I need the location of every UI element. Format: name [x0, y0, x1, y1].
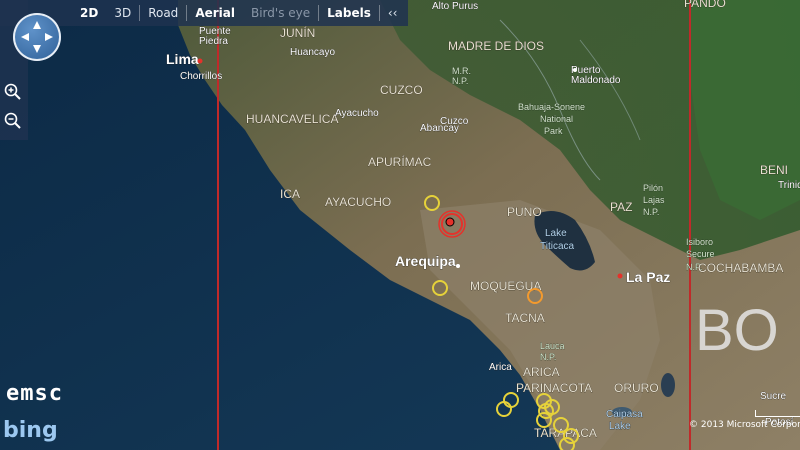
- map-scale-bar: [755, 410, 800, 417]
- map-label-town: Maldonado: [571, 75, 621, 86]
- map-copyright: © 2013 Microsoft Corpora: [689, 420, 800, 430]
- collapse-toolbar-button[interactable]: ‹‹: [380, 6, 406, 20]
- city-dot-lima: [197, 58, 203, 64]
- map-label-city: Arequipa: [395, 253, 456, 269]
- map-label-region: ARICA: [523, 365, 560, 379]
- map-label-city: La Paz: [626, 269, 670, 285]
- map-label-lake: Lake: [609, 421, 631, 432]
- map-label-park: Lauca: [540, 341, 565, 351]
- zoom-out-icon: [4, 112, 21, 129]
- map-label-region: TACNA: [505, 311, 545, 325]
- map-label-town: Piedra: [199, 36, 228, 47]
- map-label-region: PANDO: [684, 0, 726, 10]
- map-label-park: M.R.: [452, 66, 471, 76]
- map-label-region: ICA: [280, 187, 300, 201]
- view-2d-button[interactable]: 2D: [72, 6, 106, 20]
- map-label-lake: Caipasa: [606, 409, 643, 420]
- map-label-park: N.P.: [452, 76, 468, 86]
- map-label-park: N.P.: [540, 352, 556, 362]
- map-label-region: PAZ: [610, 200, 632, 214]
- map-label-region: BENI: [760, 163, 788, 177]
- city-dot-puerto: [573, 68, 577, 72]
- bing-logo: bing: [3, 418, 58, 443]
- labels-toggle-button[interactable]: Labels: [319, 6, 379, 20]
- lake-poopo-shape: [661, 373, 675, 397]
- earthquake-epicenter-marker[interactable]: [438, 210, 466, 238]
- map-label-region: MADRE DE DIOS: [448, 39, 544, 53]
- birds-eye-view-button[interactable]: Bird's eye: [243, 6, 318, 20]
- map-label-region: JUNÍN: [280, 25, 315, 40]
- city-dot-la-paz: [617, 273, 623, 279]
- city-dot-arequipa: [456, 264, 460, 268]
- map-label-park: N.P.: [643, 207, 659, 217]
- map-label-region: AYACUCHO: [325, 195, 391, 209]
- map-label-town: Arica: [489, 362, 512, 373]
- map-canvas[interactable]: JUNÍNAlto Purus PANDOPuentePiedraLimaChor…: [0, 0, 800, 450]
- map-label-park: Bahuaja-Sonene: [518, 102, 585, 112]
- map-label-region: ORURO: [614, 381, 659, 395]
- map-label-region: HUANCAVELICA: [246, 112, 338, 126]
- map-label-park: Secure: [686, 249, 715, 259]
- map-label-park: Pilón: [643, 183, 663, 193]
- map-label-town: Sucre: [760, 391, 787, 402]
- map-label-region: COCHABAMBA: [698, 261, 783, 275]
- map-label-park: Park: [544, 126, 563, 136]
- map-label-park: Isiboro: [686, 237, 713, 247]
- map-label-town: Ayacucho: [335, 108, 379, 119]
- emsc-logo: emsc: [6, 381, 63, 406]
- map-label-park: National: [540, 114, 573, 124]
- map-label-town: Alto Purus: [432, 1, 478, 12]
- pan-compass-button[interactable]: [13, 13, 61, 61]
- map-label-lake: Lake: [545, 228, 567, 239]
- map-label-town: Chorrillos: [180, 71, 222, 82]
- map-label-city: Lima: [166, 51, 199, 67]
- compass-arrows-icon: [21, 21, 53, 53]
- road-view-button[interactable]: Road: [140, 6, 186, 20]
- map-label-park: Lajas: [643, 195, 665, 205]
- zoom-in-button[interactable]: [3, 82, 23, 102]
- zoom-in-icon: [4, 83, 21, 100]
- view-3d-button[interactable]: 3D: [106, 6, 139, 20]
- map-label-town: Abancay: [420, 123, 459, 134]
- map-label-lake: Titicaca: [540, 241, 575, 252]
- map-label-region: PARINACOTA: [516, 381, 592, 395]
- map-toolbar: 2D 3D Road Aerial Bird's eye Labels ‹‹: [0, 0, 408, 26]
- map-label-region: APURÍMAC: [368, 154, 432, 169]
- map-label-town: Huancayo: [290, 47, 335, 58]
- map-label-town: Trinid: [778, 180, 800, 191]
- map-label-country: BO: [695, 298, 779, 363]
- map-label-region: PUNO: [507, 205, 542, 219]
- aerial-view-button[interactable]: Aerial: [187, 6, 243, 20]
- map-label-region: CUZCO: [380, 83, 423, 97]
- zoom-out-button[interactable]: [3, 111, 23, 131]
